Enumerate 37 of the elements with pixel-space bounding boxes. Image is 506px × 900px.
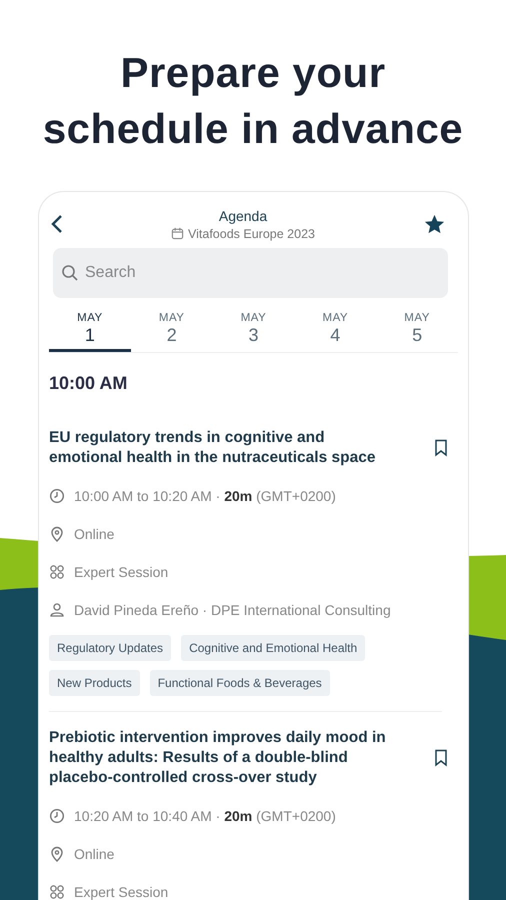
back-icon[interactable] (51, 214, 63, 234)
topic-tag[interactable]: New Products (49, 670, 140, 696)
event-name: Vitafoods Europe 2023 (188, 226, 315, 240)
session-type: Expert Session (74, 884, 168, 900)
topic-tag[interactable]: Regulatory Updates (49, 635, 172, 661)
calendar-icon (171, 227, 184, 240)
session-title[interactable]: EU regulatory trends in cognitive and emotional health in the nutraceuticals space (49, 428, 399, 468)
date-tab[interactable]: MAY 3 (212, 312, 294, 352)
person-icon (49, 602, 65, 618)
topic-tag[interactable]: Functional Foods & Beverages (150, 670, 330, 696)
session-location: Online (74, 846, 114, 862)
date-tab[interactable]: MAY 5 (376, 312, 458, 352)
screen-title: Agenda (218, 208, 268, 224)
session-time: 10:00 AM to 10:20 AM · 20m (GMT+0200) (74, 488, 336, 504)
bookmark-icon[interactable] (434, 439, 448, 457)
star-icon[interactable] (423, 212, 446, 236)
headline: Prepare your (120, 48, 386, 98)
location-pin-icon (49, 846, 65, 862)
session-location: Online (74, 526, 114, 542)
search-icon (61, 264, 79, 282)
topic-tag[interactable]: Cognitive and Emotional Health (181, 635, 366, 661)
session-speaker: David Pineda Ereño · DPE International Consulting (74, 602, 391, 618)
clock-icon (49, 808, 65, 824)
grid-icon (49, 564, 65, 580)
clock-icon (49, 488, 65, 504)
search-field[interactable]: Search (53, 248, 448, 298)
session-title[interactable]: Prebiotic intervention improves daily mood in healthy adults: Results of a double-blind placebo-controlled cross-over study (49, 728, 399, 788)
grid-icon (49, 884, 65, 900)
date-tab[interactable]: MAY 1 (49, 312, 131, 352)
session-time: 10:20 AM to 10:40 AM · 20m (GMT+0200) (74, 808, 336, 824)
time-slot-heading: 10:00 AM (49, 373, 128, 394)
date-tab[interactable]: MAY 2 (130, 312, 213, 352)
session-type: Expert Session (74, 564, 168, 580)
date-tab[interactable]: MAY 4 (294, 312, 376, 352)
headline: schedule in advance (42, 104, 464, 154)
bookmark-icon[interactable] (434, 749, 448, 767)
location-pin-icon (49, 526, 65, 542)
